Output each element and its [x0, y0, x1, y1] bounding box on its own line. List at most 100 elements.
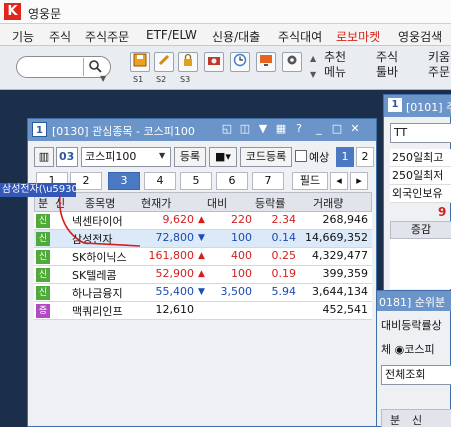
menu-item-stock[interactable]: 주식	[49, 28, 71, 45]
kiwoom-order-group[interactable]: 키움 주문	[428, 50, 450, 80]
scroll-left-icon[interactable]: ◂	[330, 172, 348, 190]
toolbar: ▼ S1 S2 S3 ▲ ▼ 추천 메뉴 주식 툴바 키움 주문	[0, 46, 451, 90]
tab-7[interactable]: 7	[252, 172, 284, 190]
stock-name[interactable]: SK하이닉스	[72, 249, 127, 265]
scroll-right-icon[interactable]: ▸	[350, 172, 368, 190]
window-title-bar[interactable]: 0181] 순위분	[377, 291, 451, 311]
chevron-up-icon[interactable]: ▲	[310, 54, 316, 63]
window-title: 0181] 순위분	[379, 296, 446, 309]
table-row[interactable]: 증 맥쿼리인프 12,610 452,541	[34, 302, 372, 320]
camera-icon[interactable]	[204, 52, 224, 72]
trade-volume: 3,644,134	[312, 285, 368, 298]
stock-name[interactable]: 하나금융지	[72, 285, 123, 301]
tab-5[interactable]: 5	[180, 172, 212, 190]
tab-6[interactable]: 6	[216, 172, 248, 190]
menu-bar: 기능 주식 주식주문 ETF/ELW 신용/대출 주식대여 로보마켓 영웅검색	[0, 24, 451, 46]
menu-item-etf-elw[interactable]: ETF/ELW	[146, 28, 197, 42]
market-badge: 신	[36, 286, 50, 300]
recommend-menu-line1: 추천	[324, 50, 347, 64]
price-change: 100	[231, 267, 252, 280]
menu-item-robo-market[interactable]: 로보마켓	[336, 28, 380, 45]
square-menu-button[interactable]: ■▾	[209, 147, 237, 167]
window-number: 1	[388, 98, 402, 112]
window-number: 1	[32, 122, 47, 137]
market-badge: 증	[36, 304, 50, 318]
market-badge: 신	[36, 250, 50, 264]
minimize-icon[interactable]: _	[312, 122, 326, 136]
maximize-icon[interactable]: □	[330, 122, 344, 136]
change-rate: 0.25	[271, 249, 297, 262]
recommend-menu-group[interactable]: 추천 메뉴	[324, 50, 346, 80]
register-button[interactable]: 등록	[174, 147, 206, 167]
stock-toolbar-line2: 툴바	[376, 65, 399, 79]
stock-name[interactable]: 넥센타이어	[72, 213, 123, 229]
current-price: 52,900	[155, 267, 195, 280]
pencil-icon[interactable]	[154, 52, 174, 72]
market-radio[interactable]: 체 ◉코스피	[381, 341, 435, 357]
expected-checkbox[interactable]	[295, 150, 307, 162]
pin-icon[interactable]: ▼	[256, 122, 270, 136]
restore-icon[interactable]: ◱	[220, 122, 234, 136]
stock-current-price-window: 1 [0101] 주 TT 250일최고 250일최저 외국인보유 9 증감	[383, 94, 451, 292]
trade-volume: 268,946	[322, 213, 369, 226]
direction-arrow-icon: ▼	[198, 233, 205, 243]
lock-icon[interactable]	[178, 52, 198, 72]
window-title-bar[interactable]: 1 [0101] 주	[384, 95, 451, 117]
menu-item-hero-search[interactable]: 영웅검색	[398, 28, 442, 45]
page-button-1[interactable]: 1	[336, 147, 354, 167]
search-icon[interactable]	[84, 59, 106, 75]
chevron-down-icon[interactable]: ▼	[159, 151, 165, 160]
code-register-button[interactable]: 코드등록	[240, 147, 292, 167]
recommend-menu-line2: 메뉴	[324, 65, 347, 79]
table-row[interactable]: 신 넥센타이어 9,620 ▲ 220 2.34 268,946	[34, 212, 372, 230]
drag-hint-label: 삼성전자(\u5930)	[0, 183, 76, 197]
window-title: [0130] 관심종목 - 코스피100	[52, 125, 195, 138]
query-select[interactable]: 전체조회	[381, 365, 451, 385]
close-icon[interactable]: ✕	[348, 122, 362, 136]
stock-name[interactable]: 삼성전자	[72, 231, 112, 247]
menu-item-credit-loan[interactable]: 신용/대출	[212, 28, 260, 45]
trade-volume: 452,541	[322, 303, 369, 316]
grid-icon[interactable]: ▦	[274, 122, 288, 136]
column-header: 종목명	[85, 197, 116, 210]
stock-name[interactable]: SK텔레콤	[72, 267, 117, 283]
tab-4[interactable]: 4	[144, 172, 176, 190]
help-icon[interactable]: ?	[292, 122, 306, 136]
trade-volume: 14,669,352	[305, 231, 368, 244]
link-icon[interactable]: ◫	[238, 122, 252, 136]
current-price: 12,610	[155, 303, 195, 316]
stock-code-input[interactable]: TT	[390, 123, 451, 143]
table-row[interactable]: 신 SK텔레콤 52,900 ▲ 100 0.19 399,359	[34, 266, 372, 284]
stock-toolbar-line1: 주식	[376, 50, 399, 64]
group-code[interactable]: 03	[56, 147, 78, 167]
clock-icon[interactable]	[230, 52, 250, 72]
menu-item-stock-lending[interactable]: 주식대여	[278, 28, 322, 45]
window-title-bar[interactable]: 1 [0130] 관심종목 - 코스피100 ◱ ◫ ▼ ▦ ? _ □ ✕	[28, 119, 376, 141]
menu-item-stock-order[interactable]: 주식주문	[85, 28, 129, 45]
table-row[interactable]: 신 SK하이닉스 161,800 ▲ 400 0.25 4,329,477	[34, 248, 372, 266]
stock-toolbar-group[interactable]: 주식 툴바	[376, 50, 398, 80]
tab-3[interactable]: 3	[108, 172, 140, 190]
screen-caption-2: S2	[156, 75, 167, 84]
change-rate: 0.19	[271, 267, 297, 280]
table-row[interactable]: 신 삼성전자 72,800 ▼ 100 0.14 14,669,352	[34, 230, 372, 248]
page-button-2[interactable]: 2	[356, 147, 374, 167]
current-price: 161,800	[148, 249, 195, 262]
kiwoom-order-line2: 주문	[428, 65, 451, 79]
gear-icon[interactable]	[282, 52, 302, 72]
stock-name[interactable]: 맥쿼리인프	[72, 303, 123, 319]
column-header: 대비	[207, 197, 228, 210]
chevron-down-icon[interactable]: ▼	[100, 74, 106, 83]
save-screen-icon[interactable]	[130, 52, 150, 72]
menu-item-function[interactable]: 기능	[12, 28, 34, 45]
price-change: 3,500	[220, 285, 253, 298]
current-price: 9,620	[162, 213, 195, 226]
grid-settings-icon[interactable]: ▥	[34, 147, 54, 167]
group-select[interactable]: 코스피100	[81, 147, 171, 167]
field-button[interactable]: 필드	[292, 172, 328, 190]
window-title: [0101] 주	[406, 101, 451, 114]
column-header: 분	[38, 197, 49, 210]
chevron-down-icon[interactable]: ▼	[310, 70, 316, 79]
table-row[interactable]: 신 하나금융지 55,400 ▼ 3,500 5.94 3,644,134	[34, 284, 372, 302]
monitor-icon[interactable]	[256, 52, 276, 72]
